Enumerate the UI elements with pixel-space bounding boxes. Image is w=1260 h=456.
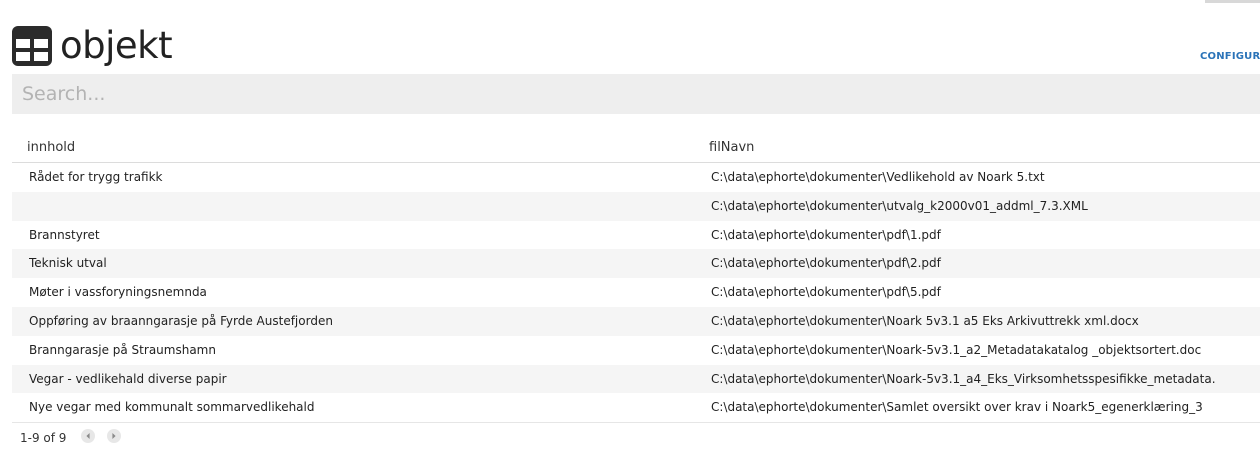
cell-innhold: Møter i vassforyningsnemnda <box>29 285 207 300</box>
cell-filnavn: C:\data\ephorte\dokumenter\Samlet oversi… <box>711 400 1203 415</box>
table-row[interactable]: Branngarasje på Straumshamn C:\data\epho… <box>12 336 1260 365</box>
cell-filnavn: C:\data\ephorte\dokumenter\Vedlikehold a… <box>711 170 1045 184</box>
cell-innhold: Oppføring av braanngarasje på Fyrde Aust… <box>29 313 333 328</box>
chevron-left-icon[interactable] <box>81 429 95 443</box>
configure-button[interactable]: CONFIGURA <box>1200 51 1260 62</box>
cell-filnavn: C:\data\ephorte\dokumenter\pdf\5.pdf <box>711 285 941 300</box>
chevron-right-icon[interactable] <box>107 429 121 443</box>
cell-filnavn: C:\data\ephorte\dokumenter\Noark 5v3.1 a… <box>711 313 1139 328</box>
cell-filnavn: C:\data\ephorte\dokumenter\pdf\2.pdf <box>711 256 941 271</box>
search-input[interactable] <box>12 74 1260 114</box>
cell-filnavn: C:\data\ephorte\dokumenter\utvalg_k2000v… <box>711 198 1088 213</box>
page-title: objekt <box>60 24 173 67</box>
cell-filnavn: C:\data\ephorte\dokumenter\pdf\1.pdf <box>711 227 941 242</box>
pagination-bar: 1-9 of 9 <box>12 422 1260 453</box>
table-icon <box>12 26 52 66</box>
table-body: Rådet for trygg trafikk C:\data\ephorte\… <box>12 163 1260 422</box>
cell-innhold: Teknisk utval <box>29 256 107 271</box>
table-row[interactable]: C:\data\ephorte\dokumenter\utvalg_k2000v… <box>12 191 1260 221</box>
cell-innhold: Vegar - vedlikehald diverse papir <box>29 371 227 386</box>
top-scroll-indicator <box>1205 0 1260 3</box>
table-row[interactable]: Oppføring av braanngarasje på Fyrde Aust… <box>12 306 1260 336</box>
cell-innhold: Rådet for trygg trafikk <box>29 170 163 184</box>
data-table: innhold filNavn Rådet for trygg trafikk … <box>12 134 1260 422</box>
cell-innhold: Branngarasje på Straumshamn <box>29 342 216 357</box>
cell-filnavn: C:\data\ephorte\dokumenter\Noark-5v3.1_a… <box>711 342 1202 357</box>
pagination-range: 1-9 of 9 <box>20 431 67 445</box>
table-row[interactable]: Møter i vassforyningsnemnda C:\data\epho… <box>12 278 1260 307</box>
table-row[interactable]: Rådet for trygg trafikk C:\data\ephorte\… <box>12 163 1260 192</box>
table-row[interactable]: Vegar - vedlikehald diverse papir C:\dat… <box>12 364 1260 394</box>
table-row[interactable]: Teknisk utval C:\data\ephorte\dokumenter… <box>12 249 1260 279</box>
column-header-innhold[interactable]: innhold <box>27 140 75 155</box>
cell-innhold: Nye vegar med kommunalt sommarvedlikehal… <box>29 400 315 415</box>
cell-innhold: Brannstyret <box>29 227 100 242</box>
table-row[interactable]: Brannstyret C:\data\ephorte\dokumenter\p… <box>12 221 1260 250</box>
cell-filnavn: C:\data\ephorte\dokumenter\Noark-5v3.1_a… <box>711 371 1216 386</box>
table-header: innhold filNavn <box>12 134 1260 163</box>
column-header-filnavn[interactable]: filNavn <box>709 140 754 155</box>
page-header: objekt <box>12 24 173 68</box>
table-row[interactable]: Nye vegar med kommunalt sommarvedlikehal… <box>12 393 1260 422</box>
